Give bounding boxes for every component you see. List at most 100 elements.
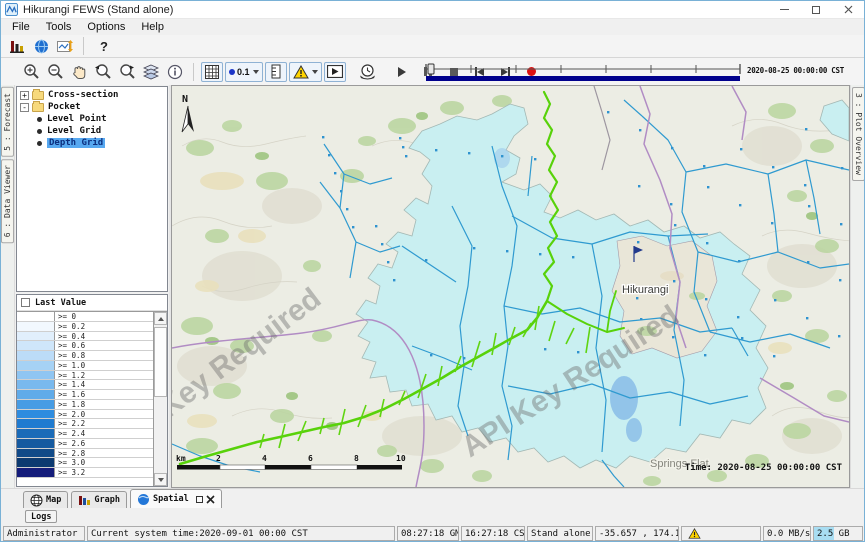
close-icon (844, 5, 853, 14)
dot-icon (229, 69, 235, 75)
bottom-tab-bar: Map Graph Spatial (1, 488, 864, 508)
set-time-button[interactable] (357, 62, 379, 82)
tree-item-depth-grid[interactable]: Depth Grid (37, 137, 167, 149)
close-button[interactable] (832, 1, 864, 18)
legend-row: >= 2.2 (17, 419, 153, 429)
minimize-button[interactable] (768, 1, 800, 18)
map-display-button[interactable] (30, 36, 52, 56)
tab-maximize-icon[interactable] (196, 496, 203, 503)
timer-icon (359, 63, 376, 80)
scalebar-toggle[interactable] (265, 62, 287, 82)
tree-label: Level Grid (47, 126, 101, 136)
tree-item-level-point[interactable]: Level Point (37, 113, 167, 125)
grid-icon (205, 65, 219, 79)
status-system-time: Current system time:2020-09-01 00:00 CST (87, 526, 395, 541)
database-display-button[interactable] (6, 36, 28, 56)
info-button[interactable] (164, 62, 186, 82)
expand-icon[interactable]: + (20, 91, 29, 100)
legend-swatch (17, 419, 55, 428)
zoom-out-button[interactable] (44, 62, 66, 82)
legend-row: >= 1.2 (17, 371, 153, 381)
map-canvas[interactable]: API Key Required API Key Required N km 2… (172, 86, 849, 487)
legend-row: >= 0.4 (17, 332, 153, 342)
tree-label: Pocket (48, 102, 81, 112)
tab-close-icon[interactable] (206, 495, 215, 504)
legend-swatch (17, 351, 55, 360)
arrow-up-icon (158, 317, 164, 321)
timeline-slider[interactable] (424, 61, 742, 83)
window-title: Hikurangi FEWS (Stand alone) (23, 4, 173, 16)
scroll-track[interactable] (154, 325, 167, 473)
tab-forecast[interactable]: 5 : Forecast (1, 87, 14, 157)
tree-item-pocket[interactable]: - Pocket (19, 101, 167, 113)
legend-swatch (17, 468, 55, 477)
last-value-row[interactable]: Last Value (17, 295, 167, 311)
toolbar-separator (83, 37, 84, 55)
timeseries-display-button[interactable] (54, 36, 76, 56)
last-value-checkbox[interactable] (21, 298, 30, 307)
legend-row: >= 3.0 (17, 458, 153, 468)
status-gmt-time: 08:27:18 GMT (397, 526, 459, 541)
collapse-icon[interactable]: - (20, 103, 29, 112)
tab-plot-overview[interactable]: 3 : Plot Overview (852, 87, 865, 181)
zoom-next-button[interactable] (116, 62, 138, 82)
status-mode: Stand alone (527, 526, 593, 541)
scroll-up-button[interactable] (154, 312, 167, 325)
tab-data-viewer[interactable]: 6 : Data Viewer (1, 159, 14, 243)
menu-help[interactable]: Help (133, 21, 172, 33)
tab-map[interactable]: Map (23, 491, 68, 508)
animation-toggle[interactable] (324, 62, 346, 82)
grid-display-toggle[interactable] (201, 62, 223, 82)
tree-item-cross-section[interactable]: + Cross-section (19, 89, 167, 101)
menu-file[interactable]: File (4, 21, 38, 33)
tab-spatial[interactable]: Spatial (130, 489, 222, 508)
profile-chart-icon (57, 39, 74, 54)
zoom-in-button[interactable] (20, 62, 42, 82)
thresholds-dropdown[interactable] (289, 62, 322, 82)
tree-item-level-grid[interactable]: Level Grid (37, 125, 167, 137)
menu-bar: File Tools Options Help (1, 19, 864, 35)
legend-row: >= 0 (17, 312, 153, 322)
legend-swatch (17, 449, 55, 458)
zoom-previous-button[interactable] (92, 62, 114, 82)
town-label: Hikurangi (622, 284, 668, 296)
layers-button[interactable] (140, 62, 162, 82)
legend-swatch (17, 322, 55, 331)
left-tab-strip: 5 : Forecast 6 : Data Viewer (1, 85, 15, 488)
status-user: Administrator (3, 526, 85, 541)
legend-scrollbar[interactable] (154, 312, 167, 486)
tab-graph[interactable]: Graph (71, 491, 127, 508)
legend-row: >= 1.8 (17, 400, 153, 410)
pan-button[interactable] (68, 62, 90, 82)
play-button[interactable] (392, 63, 412, 81)
magnifier-plus-icon (23, 63, 40, 80)
timeline-datetime: 2020-08-25 00:00:00 CST (747, 66, 844, 75)
status-warnings[interactable] (681, 526, 761, 541)
legend-row: >= 1.4 (17, 380, 153, 390)
bullet-icon (37, 141, 42, 146)
tree-label-selected: Depth Grid (47, 138, 105, 148)
help-button[interactable]: ? (100, 39, 108, 54)
legend-table: >= 0 >= 0.2 >= 0.4 >= 0.6 >= 0.8 >= 1.0 … (17, 311, 167, 486)
svg-text:10: 10 (396, 454, 406, 463)
hand-icon (71, 64, 87, 80)
scroll-down-button[interactable] (154, 473, 167, 486)
legend-swatch (17, 380, 55, 389)
bars-icon (10, 39, 25, 53)
logs-button[interactable]: Logs (25, 510, 57, 523)
logs-row: Logs (1, 508, 864, 524)
menu-tools[interactable]: Tools (38, 21, 80, 33)
main-region: 5 : Forecast 6 : Data Viewer + Cross-sec… (1, 85, 865, 488)
scale-unit: km (176, 454, 186, 463)
graph-bars-icon (78, 494, 91, 506)
status-bandwidth: 0.0 MB/s (763, 526, 811, 541)
maximize-button[interactable] (800, 1, 832, 18)
contour-interval-dropdown[interactable]: 0.1 (225, 62, 263, 82)
magnifier-next-icon (118, 63, 136, 80)
interval-value: 0.1 (237, 67, 250, 77)
scroll-thumb[interactable] (154, 327, 167, 397)
wire-globe-icon (30, 494, 43, 507)
menu-options[interactable]: Options (79, 21, 133, 33)
legend-swatch (17, 341, 55, 350)
layer-tree: + Cross-section - Pocket Level Point Lev… (16, 86, 168, 292)
